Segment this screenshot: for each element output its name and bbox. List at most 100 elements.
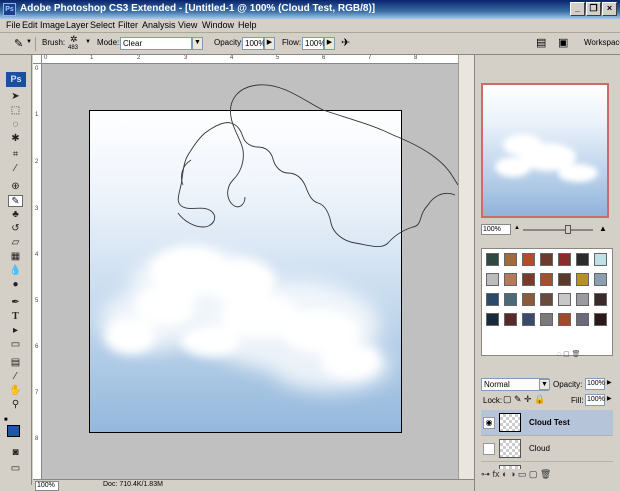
screen-mode-icon[interactable]: ▭ xyxy=(8,463,23,475)
style-swatch[interactable] xyxy=(576,293,589,306)
style-swatch[interactable] xyxy=(594,253,607,266)
eyedropper-tool-icon[interactable]: ⁄ xyxy=(8,163,23,175)
close-button[interactable]: × xyxy=(602,2,617,16)
style-swatch[interactable] xyxy=(594,273,607,286)
palette-well-icon[interactable]: ▤ xyxy=(536,36,546,49)
style-swatch[interactable] xyxy=(558,313,571,326)
menu-layer[interactable]: Layer xyxy=(66,20,89,30)
style-swatch[interactable] xyxy=(522,313,535,326)
style-swatch[interactable] xyxy=(522,253,535,266)
style-swatch[interactable] xyxy=(540,313,553,326)
style-swatch[interactable] xyxy=(504,253,517,266)
vertical-ruler[interactable]: 0 1 2 3 4 5 6 7 8 xyxy=(33,64,42,480)
vertical-scrollbar[interactable] xyxy=(458,55,474,479)
menu-view[interactable]: View xyxy=(178,20,197,30)
style-swatch[interactable] xyxy=(594,313,607,326)
menu-file[interactable]: File xyxy=(6,20,21,30)
menu-help[interactable]: Help xyxy=(238,20,257,30)
style-swatch[interactable] xyxy=(504,313,517,326)
notes-tool-icon[interactable]: ▤ xyxy=(8,357,23,369)
brush-tool-button-icon[interactable]: ✎ xyxy=(8,195,23,207)
style-swatch[interactable] xyxy=(540,273,553,286)
mode-select[interactable]: Clear xyxy=(120,37,192,50)
lasso-tool-icon[interactable]: ◌ xyxy=(8,119,23,131)
eyedropper-2-tool-icon[interactable]: ⁄ xyxy=(8,371,23,383)
navigator-zoom-slider[interactable] xyxy=(523,229,593,231)
style-swatch[interactable] xyxy=(558,293,571,306)
menu-window[interactable]: Window xyxy=(202,20,234,30)
pen-tool-icon[interactable]: ✒ xyxy=(8,297,23,309)
style-swatch[interactable] xyxy=(486,273,499,286)
brush-picker-chevron-icon[interactable]: ▼ xyxy=(85,39,91,45)
styles-footer-icons[interactable]: ◌ ▢ 🗑 xyxy=(557,350,581,358)
bridge-icon[interactable]: ▣ xyxy=(558,36,568,49)
style-swatch[interactable] xyxy=(504,273,517,286)
eraser-tool-icon[interactable]: ▱ xyxy=(8,237,23,249)
blur-tool-icon[interactable]: 💧 xyxy=(8,265,23,277)
tool-preset-chevron-icon[interactable]: ▼ xyxy=(26,39,32,45)
navigator-zoom-field[interactable]: 100% xyxy=(481,224,511,235)
zoom-field[interactable]: 100% xyxy=(35,481,59,491)
style-swatch[interactable] xyxy=(540,293,553,306)
layers-footer-icons[interactable]: ⊶ fx ◐ ◑ ▭ ▢ 🗑 xyxy=(481,469,613,483)
clone-stamp-tool-icon[interactable]: ♣ xyxy=(8,209,23,221)
layer-name[interactable]: Cloud xyxy=(529,444,550,453)
navigator-preview[interactable] xyxy=(481,83,609,218)
menu-analysis[interactable]: Analysis xyxy=(142,20,176,30)
style-swatch[interactable] xyxy=(486,293,499,306)
foreground-color-swatch[interactable] xyxy=(7,425,20,437)
history-brush-tool-icon[interactable]: ↺ xyxy=(8,223,23,235)
lock-icons[interactable]: ▢ ✎ ✛ 🔒 xyxy=(503,394,545,405)
airbrush-icon[interactable]: ✈ xyxy=(341,36,350,49)
zoom-out-icon[interactable]: ▲ xyxy=(514,225,520,231)
quick-mask-icon[interactable]: ◙ xyxy=(8,447,23,459)
flow-field[interactable]: 100% xyxy=(302,37,325,50)
opacity-slider-icon[interactable]: ▶ xyxy=(264,37,275,50)
style-swatch[interactable] xyxy=(558,253,571,266)
zoom-tool-icon[interactable]: ⚲ xyxy=(8,399,23,411)
fill-arrow-icon[interactable]: ▶ xyxy=(607,395,612,402)
mode-dropdown-icon[interactable]: ▼ xyxy=(192,37,203,50)
navigator-zoom-knob[interactable] xyxy=(565,225,571,234)
layer-name[interactable]: Cloud Test xyxy=(529,418,570,427)
healing-brush-tool-icon[interactable]: ⊕ xyxy=(8,181,23,193)
fill-field[interactable]: 100% xyxy=(585,394,605,406)
layer-row[interactable]: Cloud xyxy=(481,436,613,462)
style-swatch[interactable] xyxy=(522,273,535,286)
path-select-tool-icon[interactable]: ▸ xyxy=(8,325,23,337)
layers-opacity-field[interactable]: 100% xyxy=(585,378,605,390)
type-tool-icon[interactable]: T xyxy=(8,311,23,323)
hand-tool-icon[interactable]: ✋ xyxy=(8,385,23,397)
style-swatch[interactable] xyxy=(558,273,571,286)
layer-row[interactable] xyxy=(481,462,613,469)
brush-preview-icon[interactable]: ✲ xyxy=(70,34,78,45)
flow-slider-icon[interactable]: ▶ xyxy=(324,37,335,50)
menu-edit[interactable]: Edit xyxy=(22,20,38,30)
ruler-origin[interactable] xyxy=(33,55,42,64)
style-swatch[interactable] xyxy=(540,253,553,266)
style-swatch[interactable] xyxy=(576,253,589,266)
zoom-in-icon[interactable]: ▲ xyxy=(599,224,607,233)
visibility-toggle[interactable] xyxy=(483,443,495,455)
shape-tool-icon[interactable]: ▭ xyxy=(8,339,23,351)
style-swatch[interactable] xyxy=(576,273,589,286)
style-swatch[interactable] xyxy=(504,293,517,306)
document-canvas[interactable] xyxy=(89,110,402,433)
quick-select-tool-icon[interactable]: ✱ xyxy=(8,133,23,145)
layer-row[interactable]: ◉ Cloud Test xyxy=(481,410,613,436)
eye-icon[interactable]: ◉ xyxy=(483,417,495,429)
brush-tool-icon[interactable]: ✎ xyxy=(14,37,23,50)
gradient-tool-icon[interactable]: ▦ xyxy=(8,251,23,263)
minimize-button[interactable]: _ xyxy=(570,2,585,16)
crop-tool-icon[interactable]: ⌗ xyxy=(8,149,23,161)
opacity-field[interactable]: 100% xyxy=(242,37,265,50)
menu-image[interactable]: Image xyxy=(40,20,65,30)
style-swatch[interactable] xyxy=(522,293,535,306)
dodge-tool-icon[interactable]: ● xyxy=(8,279,23,291)
blend-mode-dropdown-icon[interactable]: ▼ xyxy=(539,379,550,390)
restore-button[interactable]: ❐ xyxy=(586,2,601,16)
style-swatch[interactable] xyxy=(486,313,499,326)
layers-opacity-arrow-icon[interactable]: ▶ xyxy=(607,379,612,386)
doc-size[interactable]: Doc: 710.4K/1.83M xyxy=(103,481,163,488)
default-colors-icon[interactable]: ■ xyxy=(4,417,8,423)
